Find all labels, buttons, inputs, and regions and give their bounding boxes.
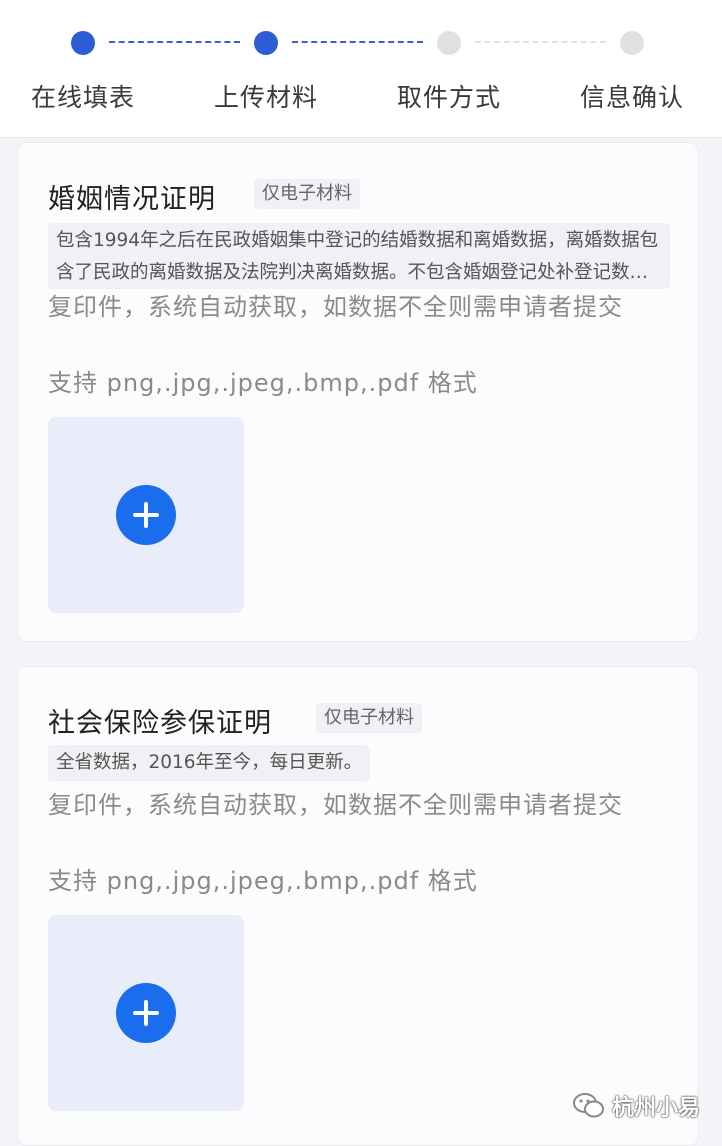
plus-icon[interactable] xyxy=(116,983,176,1043)
material-card-social-insurance: 社会保险参保证明 仅电子材料 全省数据，2016年至今，每日更新。 复印件，系统… xyxy=(17,666,699,1146)
card-note: 复印件，系统自动获取，如数据不全则需申请者提交 xyxy=(48,293,623,321)
wechat-icon xyxy=(573,1093,604,1118)
upload-box[interactable] xyxy=(48,417,244,613)
step-1-label: 在线填表 xyxy=(30,83,135,112)
card-title: 婚姻情况证明 xyxy=(48,184,216,215)
step-connector-2 xyxy=(292,41,423,43)
step-3-label: 取件方式 xyxy=(396,83,501,112)
step-4-dot xyxy=(620,31,644,55)
step-connector-3 xyxy=(475,41,606,43)
card-note: 复印件，系统自动获取，如数据不全则需申请者提交 xyxy=(48,791,623,819)
step-1-dot xyxy=(71,31,95,55)
progress-stepper: 在线填表 上传材料 取件方式 信息确认 xyxy=(0,0,722,138)
plus-icon[interactable] xyxy=(116,485,176,545)
step-connector-1 xyxy=(109,41,240,43)
upload-box[interactable] xyxy=(48,915,244,1111)
card-title: 社会保险参保证明 xyxy=(48,708,272,739)
step-2-dot xyxy=(254,31,278,55)
supported-formats: 支持 png,.jpg,.jpeg,.bmp,.pdf 格式 xyxy=(48,867,478,895)
electronic-only-tag: 仅电子材料 xyxy=(316,703,422,733)
card-description: 包含1994年之后在民政婚姻集中登记的结婚数据和离婚数据，离婚数据包含了民政的离… xyxy=(48,223,670,289)
material-card-marriage: 婚姻情况证明 仅电子材料 包含1994年之后在民政婚姻集中登记的结婚数据和离婚数… xyxy=(17,142,699,642)
step-4-label: 信息确认 xyxy=(579,83,684,112)
card-description: 全省数据，2016年至今，每日更新。 xyxy=(48,745,371,781)
supported-formats: 支持 png,.jpg,.jpeg,.bmp,.pdf 格式 xyxy=(48,369,478,397)
step-2-label: 上传材料 xyxy=(213,83,318,112)
watermark-text: 杭州小易 xyxy=(612,1096,701,1121)
step-3-dot xyxy=(437,31,461,55)
electronic-only-tag: 仅电子材料 xyxy=(254,179,360,209)
watermark: 杭州小易 xyxy=(572,1086,700,1126)
